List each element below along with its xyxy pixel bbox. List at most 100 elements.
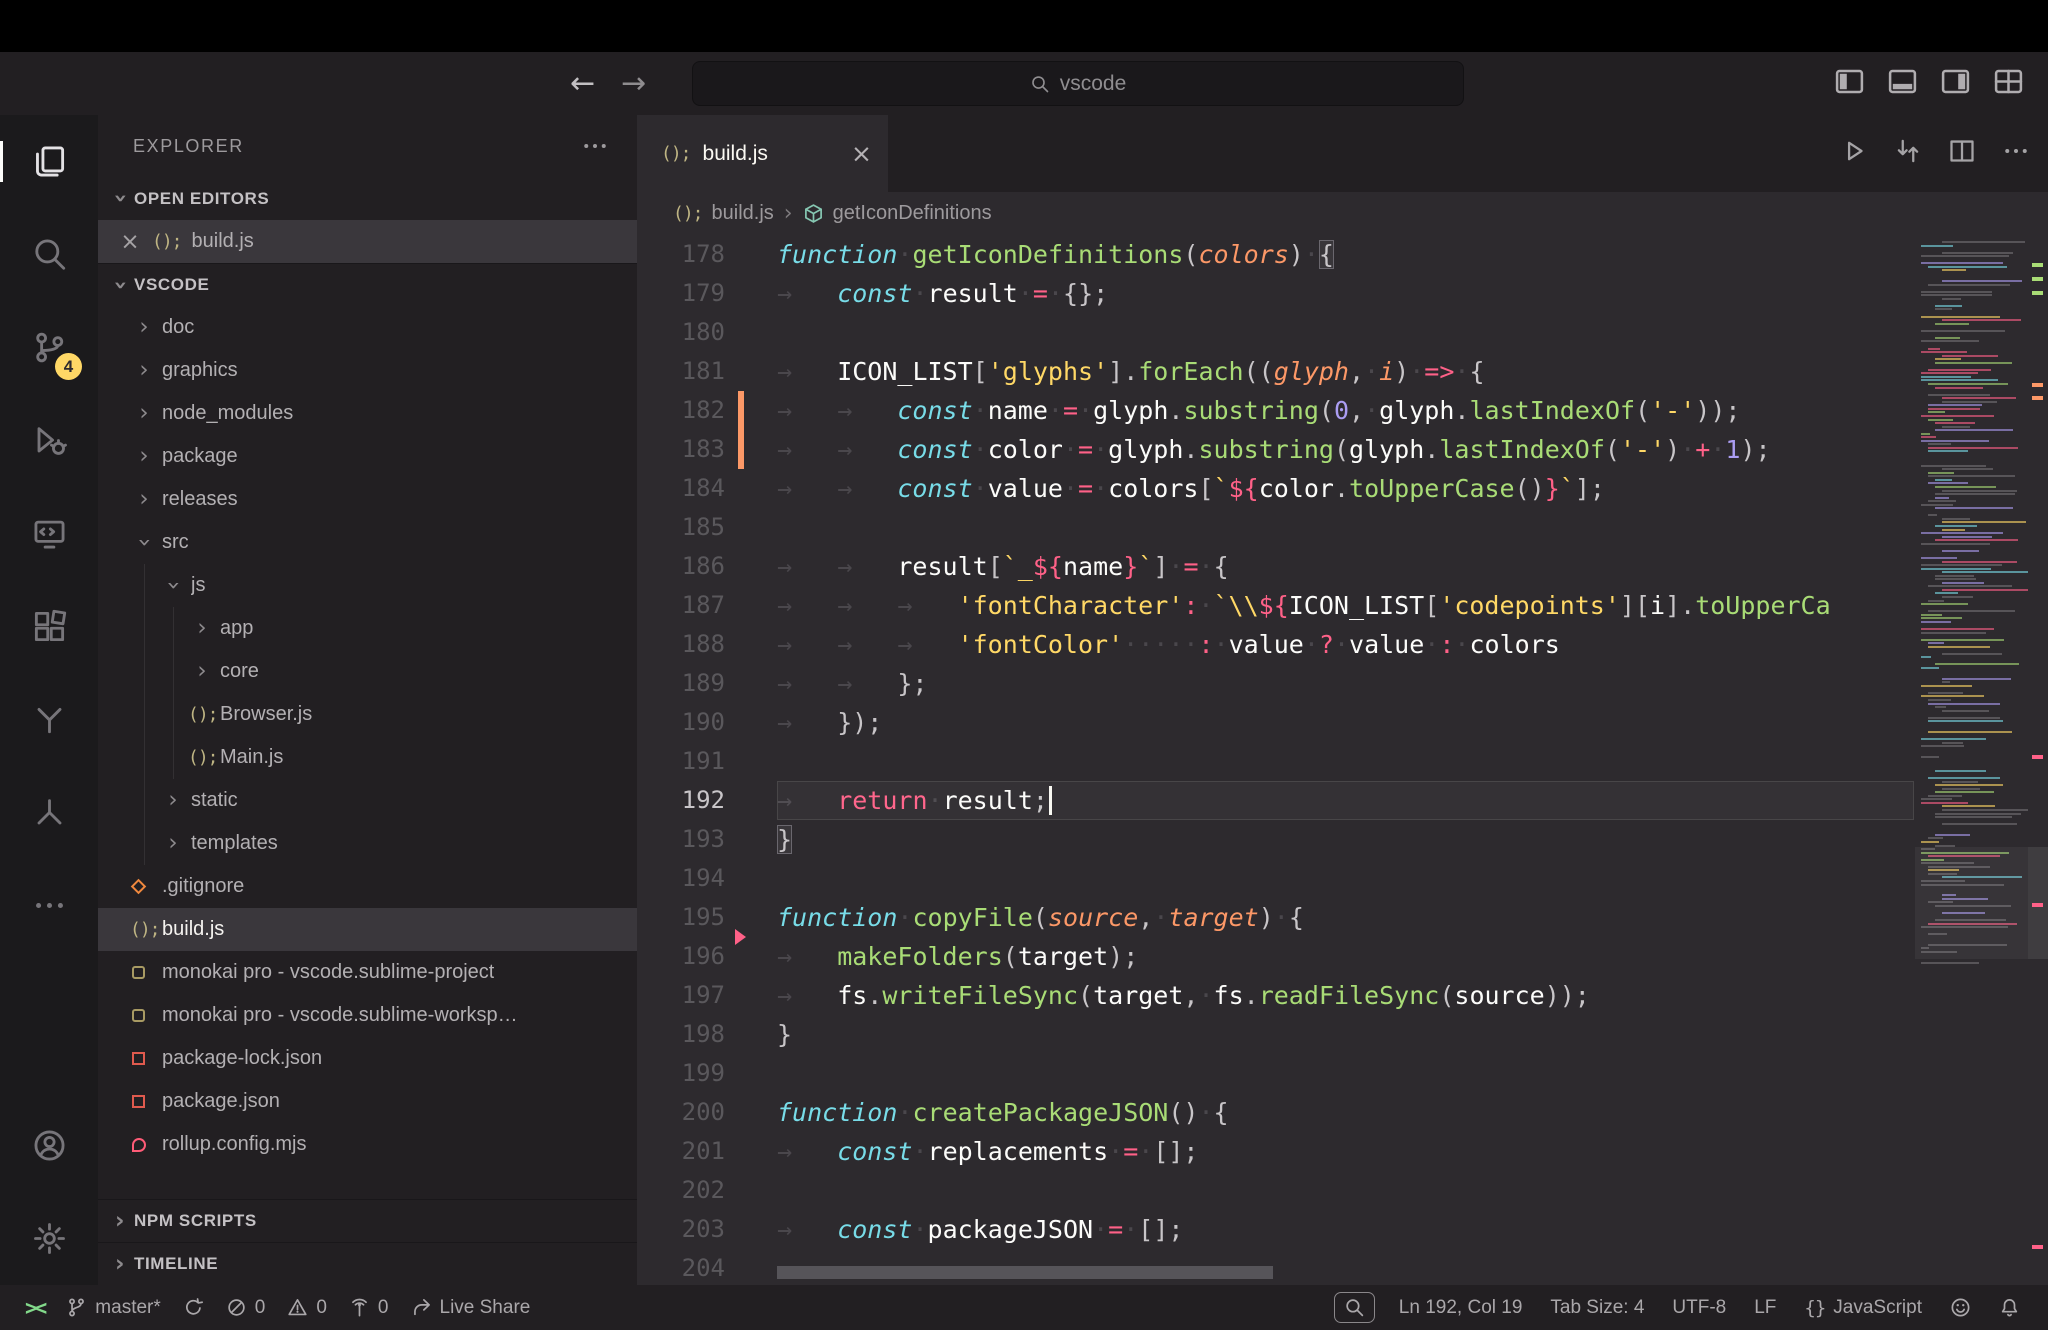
code-line-182[interactable]: 182→→const·name·=·glyph.substring(0,·gly…	[637, 391, 1915, 430]
open-editors-section-header[interactable]: › OPEN EDITORS	[98, 177, 637, 220]
code-line-187[interactable]: 187→→→'fontCharacter':·`\\${ICON_LIST['c…	[637, 586, 1915, 625]
code-line-203[interactable]: 203→const·packageJSON·=·[];	[637, 1210, 1915, 1249]
code-line-184[interactable]: 184→→const·value·=·colors[`${color.toUpp…	[637, 469, 1915, 508]
back-button[interactable]: ←	[570, 66, 595, 101]
status-live-share[interactable]: Live Share	[400, 1285, 542, 1330]
layout-grid-button[interactable]	[1993, 66, 2024, 102]
tree-file-rollup-config-mjs[interactable]: rollup.config.mjs	[98, 1123, 637, 1166]
code-line-197[interactable]: 197→fs.writeFileSync(target,·fs.readFile…	[637, 976, 1915, 1015]
more-button[interactable]	[2002, 137, 2030, 170]
tree-folder-js[interactable]: ›js	[98, 564, 637, 607]
minimap[interactable]	[1915, 235, 2028, 1285]
open-editors-label: OPEN EDITORS	[134, 189, 269, 209]
activity-source-control[interactable]: 4	[0, 301, 98, 394]
tree-folder-app[interactable]: ›app	[98, 607, 637, 650]
panel-right-button[interactable]	[1940, 66, 1971, 102]
npm-scripts-section-header[interactable]: › NPM SCRIPTS	[98, 1199, 637, 1242]
code-line-180[interactable]: 180	[637, 313, 1915, 352]
status-problems-warnings[interactable]: 0	[276, 1285, 338, 1330]
code-line-201[interactable]: 201→const·replacements·=·[];	[637, 1132, 1915, 1171]
open-editor-build-js[interactable]: ×();build.js	[98, 220, 637, 263]
explorer-more-actions-icon[interactable]	[581, 132, 609, 160]
code-editor[interactable]: 178function·getIconDefinitions(colors)·{…	[637, 235, 2048, 1285]
code-line-181[interactable]: 181→ICON_LIST['glyphs'].forEach((glyph,·…	[637, 352, 1915, 391]
activity-run-debug[interactable]	[0, 394, 98, 487]
status-notifications[interactable]	[1985, 1285, 2034, 1330]
code-line-192[interactable]: 192→return·result;	[637, 781, 1915, 820]
tree-file-build-js[interactable]: ();build.js	[98, 908, 637, 951]
tree-folder-static[interactable]: ›static	[98, 779, 637, 822]
code-line-200[interactable]: 200function·createPackageJSON()·{	[637, 1093, 1915, 1132]
tree-folder-releases[interactable]: ›releases	[98, 478, 637, 521]
code-line-186[interactable]: 186→→result[`_${name}`]·=·{	[637, 547, 1915, 586]
code-line-183[interactable]: 183→→const·color·=·glyph.substring(glyph…	[637, 430, 1915, 469]
status-language-mode[interactable]: {}JavaScript	[1790, 1285, 1936, 1330]
split-button[interactable]	[1948, 137, 1976, 170]
tree-file-package-lock-json[interactable]: package-lock.json	[98, 1037, 637, 1080]
activity-extensions[interactable]	[0, 580, 98, 673]
tree-file-monokai-pro-vscode-sublime-worksp[interactable]: monokai pro - vscode.sublime-worksp…	[98, 994, 637, 1037]
close-icon[interactable]: ×	[118, 229, 142, 255]
activity-extension-custom-2[interactable]	[0, 766, 98, 859]
run-button[interactable]	[1840, 137, 1868, 170]
code-line-188[interactable]: 188→→→'fontColor'·····:·value·?·value·:·…	[637, 625, 1915, 664]
tree-folder-package[interactable]: ›package	[98, 435, 637, 478]
tree-file-package-json[interactable]: package.json	[98, 1080, 637, 1123]
code-line-190[interactable]: 190→});	[637, 703, 1915, 742]
tree-file-gitignore[interactable]: .gitignore	[98, 865, 637, 908]
close-icon[interactable]: ×	[851, 139, 872, 168]
tree-folder-templates[interactable]: ›templates	[98, 822, 637, 865]
status-feedback[interactable]	[1936, 1285, 1985, 1330]
status-remote-indicator[interactable]: ><	[14, 1285, 55, 1330]
horizontal-scrollbar[interactable]	[777, 1266, 1273, 1279]
forward-button[interactable]: →	[621, 66, 646, 101]
code-line-198[interactable]: 198}	[637, 1015, 1915, 1054]
activity-remote-explorer[interactable]	[0, 487, 98, 580]
activity-account[interactable]	[0, 1099, 98, 1192]
activity-settings[interactable]	[0, 1192, 98, 1285]
code-line-193[interactable]: 193}	[637, 820, 1915, 859]
breadcrumb-item-build-js[interactable]: ();build.js	[673, 202, 774, 225]
code-line-191[interactable]: 191	[637, 742, 1915, 781]
minimap-slider[interactable]	[1915, 847, 2028, 959]
status-indentation[interactable]: Tab Size: 4	[1536, 1285, 1658, 1330]
activity-search[interactable]	[0, 208, 98, 301]
code-line-179[interactable]: 179→const·result·=·{};	[637, 274, 1915, 313]
tree-folder-core[interactable]: ›core	[98, 650, 637, 693]
tree-folder-src[interactable]: ›src	[98, 521, 637, 564]
tree-folder-node-modules[interactable]: ›node_modules	[98, 392, 637, 435]
panel-bottom-button[interactable]	[1887, 66, 1918, 102]
tree-file-monokai-pro-vscode-sublime-project[interactable]: monokai pro - vscode.sublime-project	[98, 951, 637, 994]
status-eol[interactable]: LF	[1740, 1285, 1790, 1330]
code-line-185[interactable]: 185	[637, 508, 1915, 547]
tree-folder-graphics[interactable]: ›graphics	[98, 349, 637, 392]
activity-explorer[interactable]	[0, 115, 98, 208]
code-line-194[interactable]: 194	[637, 859, 1915, 898]
status-sync[interactable]	[172, 1285, 215, 1330]
timeline-section-header[interactable]: › TIMELINE	[98, 1242, 637, 1285]
tree-file-browser-js[interactable]: ();Browser.js	[98, 693, 637, 736]
status-cursor-position[interactable]: Ln 192, Col 19	[1385, 1285, 1537, 1330]
project-section-header[interactable]: › VSCODE	[98, 263, 637, 306]
status-git-branch[interactable]: master*	[55, 1285, 171, 1330]
code-line-178[interactable]: 178function·getIconDefinitions(colors)·{	[637, 235, 1915, 274]
code-line-189[interactable]: 189→→};	[637, 664, 1915, 703]
code-line-195[interactable]: 195function·copyFile(source,·target)·{	[637, 898, 1915, 937]
code-line-199[interactable]: 199	[637, 1054, 1915, 1093]
command-center-search[interactable]: vscode	[692, 61, 1464, 106]
activity-more-actions[interactable]	[0, 859, 98, 952]
activity-extension-custom-1[interactable]	[0, 673, 98, 766]
status-ports[interactable]: 0	[338, 1285, 400, 1330]
tree-file-main-js[interactable]: ();Main.js	[98, 736, 637, 779]
code-line-202[interactable]: 202	[637, 1171, 1915, 1210]
tab-build-js[interactable]: (); build.js ×	[637, 115, 888, 192]
overview-ruler[interactable]	[2028, 235, 2048, 1285]
breadcrumb-item-geticondefinitions[interactable]: getIconDefinitions	[803, 202, 992, 225]
code-line-196[interactable]: 196→makeFolders(target);	[637, 937, 1915, 976]
tree-folder-doc[interactable]: ›doc	[98, 306, 637, 349]
compare-button[interactable]	[1894, 137, 1922, 170]
panel-left-button[interactable]	[1834, 66, 1865, 102]
status-encoding[interactable]: UTF-8	[1658, 1285, 1740, 1330]
status-zoom-indicator[interactable]	[1334, 1292, 1375, 1323]
status-problems-errors[interactable]: 0	[215, 1285, 277, 1330]
